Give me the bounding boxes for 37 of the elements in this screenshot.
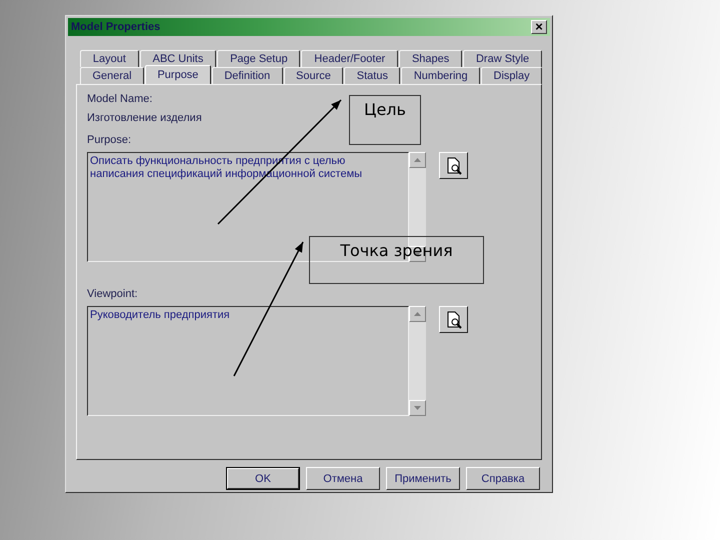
dialog-button[interactable]: OK: [226, 467, 300, 490]
document-magnifier-icon: [444, 156, 462, 174]
scroll-up-button[interactable]: [409, 306, 426, 322]
scroll-up-button[interactable]: [409, 152, 426, 168]
field-label: Viewpoint:: [87, 288, 139, 300]
preview-button[interactable]: [439, 152, 468, 179]
tab[interactable]: Draw Style: [463, 50, 542, 67]
tab[interactable]: Numbering: [401, 67, 480, 84]
tab[interactable]: ABC Units: [140, 50, 216, 67]
document-magnifier-icon: [444, 310, 462, 328]
up-triangle-icon: [414, 312, 421, 316]
down-triangle-icon: [414, 252, 421, 256]
tab[interactable]: Purpose: [145, 65, 211, 84]
up-triangle-icon: [414, 158, 421, 162]
tab[interactable]: Shapes: [399, 50, 462, 67]
field-label: Purpose:: [87, 134, 132, 146]
tab[interactable]: Header/Footer: [301, 50, 398, 67]
close-button[interactable]: ×: [531, 20, 547, 34]
callout-box: Цель: [349, 95, 421, 145]
dialog-button[interactable]: Справка: [466, 467, 540, 490]
model-name-value: Изготовление изделия: [87, 112, 203, 124]
preview-button[interactable]: [439, 306, 468, 333]
scrollbar[interactable]: [409, 306, 426, 416]
tab[interactable]: Page Setup: [217, 50, 300, 67]
dialog-button[interactable]: Применить: [386, 467, 460, 490]
model-name-label: Model Name:: [87, 93, 154, 105]
down-triangle-icon: [414, 406, 421, 410]
tab[interactable]: Source: [284, 67, 344, 84]
tab[interactable]: Status: [344, 67, 400, 84]
tab[interactable]: Layout: [80, 50, 139, 67]
text-area[interactable]: Руководитель предприятия: [87, 306, 409, 416]
tab[interactable]: Definition: [212, 67, 283, 84]
dialog-button[interactable]: Отмена: [306, 467, 380, 490]
tab[interactable]: Display: [481, 67, 542, 84]
callout-box: Точка зрения: [309, 236, 484, 284]
tab[interactable]: General: [80, 67, 144, 84]
window-title: Model Properties: [71, 21, 160, 33]
